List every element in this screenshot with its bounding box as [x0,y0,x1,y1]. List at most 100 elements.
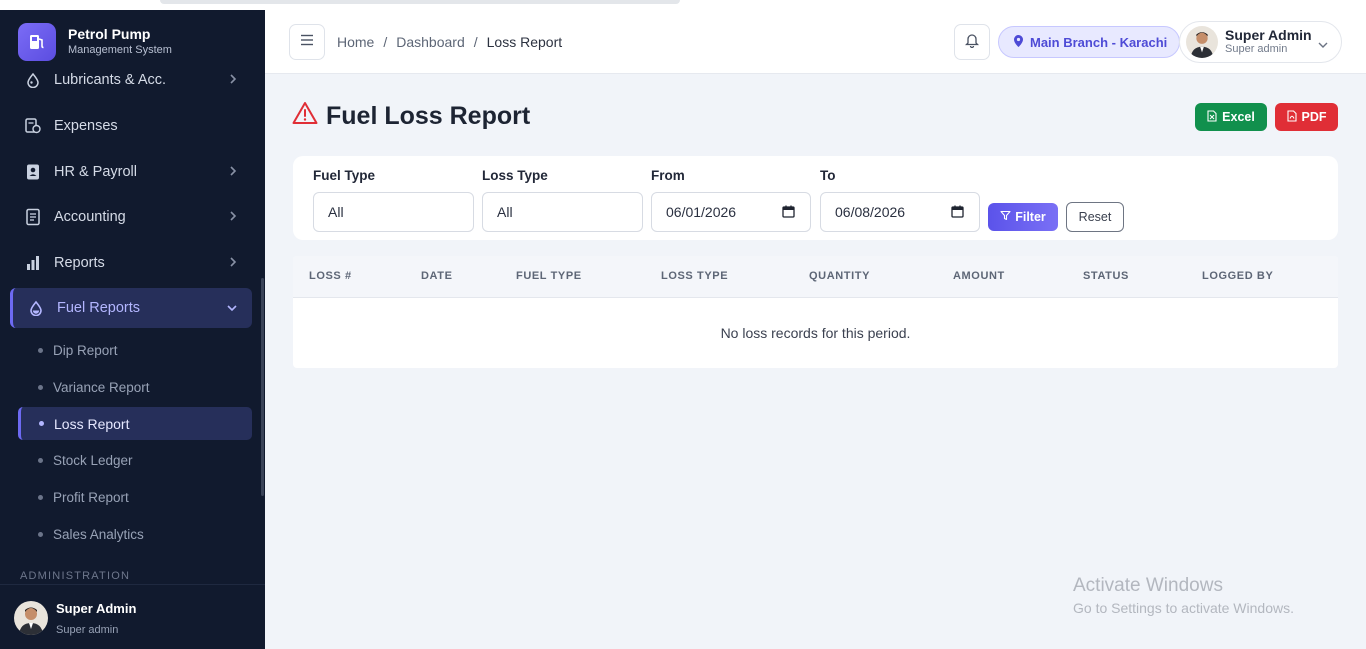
user-menu[interactable]: Super Admin Super admin [1179,21,1342,63]
bullet-icon [38,457,43,463]
fuel-type-select[interactable]: All [313,192,474,232]
sidebar: Petrol Pump Management System Lubricants… [0,10,265,649]
brand-title: Petrol Pump [68,26,151,42]
sidebar-item-accounting[interactable]: Accounting [10,197,252,237]
hamburger-icon [300,33,314,51]
fuel-drop-icon [25,297,47,319]
from-date-field[interactable]: 06/01/2026 [651,192,811,232]
filter-panel: Fuel Type All Loss Type All From 06/01/2… [293,156,1338,240]
file-excel-icon [1207,109,1217,125]
menu-toggle-button[interactable] [289,24,325,60]
chevron-down-icon [226,301,238,317]
watermark-line-2: Go to Settings to activate Windows. [1073,600,1294,616]
sidebar-subitem-label: Variance Report [53,379,150,395]
id-badge-icon [22,161,44,183]
fuel-type-value: All [328,204,344,220]
from-date-label: From [651,168,685,183]
sidebar-subitem-label: Sales Analytics [53,526,144,542]
sidebar-item-label: Expenses [54,118,118,134]
empty-state-message: No loss records for this period. [720,325,911,341]
breadcrumb-separator: / [383,34,388,50]
section-label-administration: ADMINISTRATION [20,570,131,582]
sidebar-item-label: Reports [54,255,105,271]
sidebar-subitem-label: Stock Ledger [53,452,133,468]
breadcrumb-home[interactable]: Home [337,34,374,50]
sidebar-item-label: Fuel Reports [57,300,141,316]
sidebar-subitem-loss-report[interactable]: Loss Report [18,407,252,440]
ledger-icon [22,206,44,228]
avatar [1186,26,1218,58]
bar-chart-icon [22,252,44,274]
page-title: Fuel Loss Report [292,101,530,132]
sidebar-item-label: HR & Payroll [54,164,137,180]
fuel-pump-logo-icon [18,23,56,61]
droplet-icon [22,69,44,91]
sidebar-subitem-dip-report[interactable]: Dip Report [38,339,118,361]
watermark-line-1: Activate Windows [1073,575,1223,596]
from-date-value: 06/01/2026 [666,204,737,220]
footer-user-role: Super admin [56,624,119,636]
browser-tab-bar [160,0,680,4]
sidebar-subitem-variance-report[interactable]: Variance Report [38,376,150,398]
receipt-icon [22,115,44,137]
sidebar-subitem-label: Profit Report [53,489,129,505]
sidebar-subitem-stock-ledger[interactable]: Stock Ledger [38,449,133,471]
branch-name: Main Branch - Karachi [1030,34,1168,50]
breadcrumb-separator: / [473,34,478,50]
sidebar-subitem-label: Dip Report [53,342,118,358]
breadcrumb-dashboard[interactable]: Dashboard [396,34,465,50]
funnel-icon [1000,210,1011,224]
bullet-icon [38,384,43,390]
sidebar-subitem-profit-report[interactable]: Profit Report [38,486,129,508]
column-header-amount[interactable]: AMOUNT [953,270,1005,282]
loss-type-select[interactable]: All [482,192,643,232]
chevron-right-icon [228,210,238,226]
column-header-loss-type[interactable]: LOSS TYPE [661,270,728,282]
sidebar-scrollbar[interactable] [261,278,264,496]
sidebar-item-hr-payroll[interactable]: HR & Payroll [10,152,252,192]
loss-records-table: LOSS # DATE FUEL TYPE LOSS TYPE QUANTITY… [293,256,1338,368]
brand-subtitle: Management System [68,44,172,56]
user-name: Super Admin [1225,27,1312,43]
sidebar-item-expenses[interactable]: Expenses [10,106,252,146]
sidebar-item-reports[interactable]: Reports [10,243,252,283]
sidebar-item-fuel-reports[interactable]: Fuel Reports [10,288,252,328]
bell-icon [964,32,980,53]
chevron-right-icon [228,256,238,272]
loss-type-value: All [497,204,513,220]
filter-button-label: Filter [1015,210,1046,224]
warning-triangle-icon [292,101,318,132]
calendar-icon[interactable] [951,205,964,221]
column-header-quantity[interactable]: QUANTITY [809,270,870,282]
calendar-icon[interactable] [782,205,795,221]
avatar [14,601,48,635]
bullet-icon [38,531,43,537]
column-header-loss-number[interactable]: LOSS # [309,270,352,282]
export-pdf-button[interactable]: PDF [1275,103,1338,131]
column-header-fuel-type[interactable]: FUEL TYPE [516,270,582,282]
brand[interactable]: Petrol Pump Management System [0,10,265,72]
map-pin-icon [1013,34,1024,51]
branch-selector[interactable]: Main Branch - Karachi [998,26,1181,58]
breadcrumb-current: Loss Report [486,34,563,50]
sidebar-subitem-sales-analytics[interactable]: Sales Analytics [38,523,144,545]
loss-type-label: Loss Type [482,168,548,183]
column-header-date[interactable]: DATE [421,270,453,282]
reset-button[interactable]: Reset [1066,202,1124,232]
to-date-field[interactable]: 06/08/2026 [820,192,980,232]
column-header-logged-by[interactable]: LOGGED BY [1202,270,1273,282]
to-date-label: To [820,168,836,183]
browser-top-strip [0,0,1366,10]
bullet-icon [39,421,44,426]
sidebar-user-footer[interactable]: Super Admin Super admin [0,584,265,649]
column-header-status[interactable]: STATUS [1083,270,1129,282]
notifications-button[interactable] [954,24,990,60]
top-header: Home / Dashboard / Loss Report Main Bran… [265,10,1366,74]
export-excel-button[interactable]: Excel [1195,103,1267,131]
bullet-icon [38,494,43,500]
filter-button[interactable]: Filter [988,203,1058,231]
to-date-value: 06/08/2026 [835,204,906,220]
table-header: LOSS # DATE FUEL TYPE LOSS TYPE QUANTITY… [293,256,1338,298]
page-title-text: Fuel Loss Report [326,102,531,130]
user-role: Super admin [1225,43,1288,55]
